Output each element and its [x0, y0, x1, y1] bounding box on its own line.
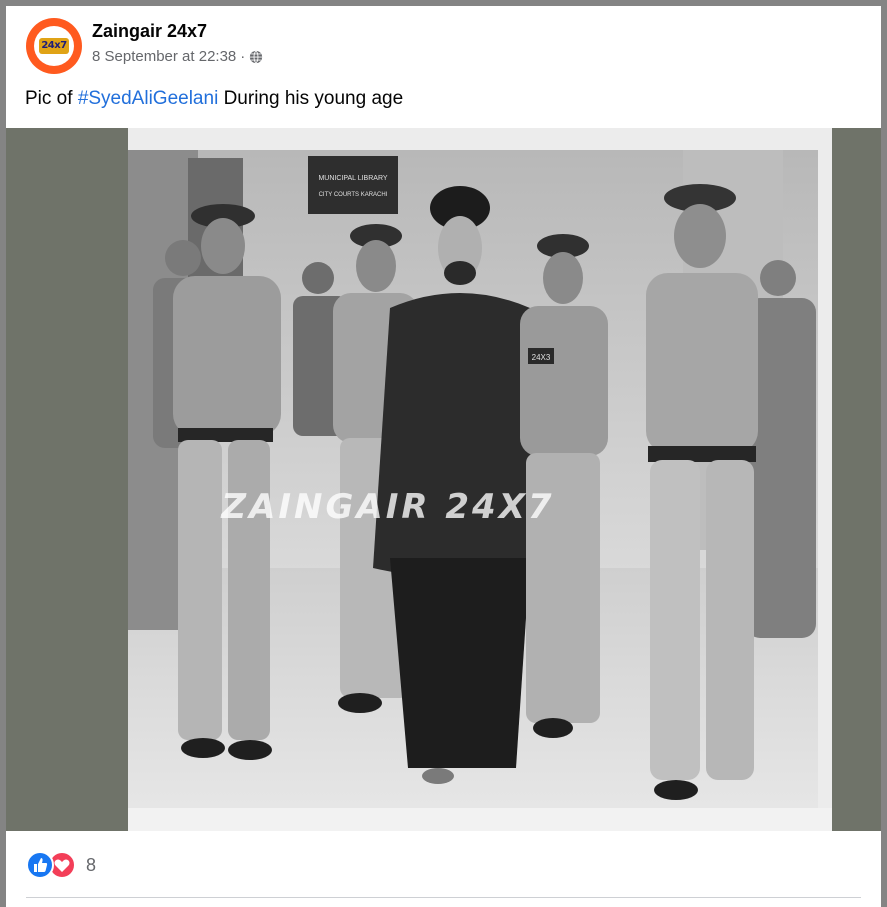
avatar-logo-text: 24x7 [41, 40, 67, 51]
photo-illustration: MUNICIPAL LIBRARY CITY COURTS KARACHI 24… [128, 150, 832, 831]
globe-icon[interactable] [249, 50, 263, 64]
post-photo[interactable]: MUNICIPAL LIBRARY CITY COURTS KARACHI 24… [128, 128, 832, 831]
post-meta: 8 September at 22:38 · [92, 48, 263, 65]
post-card: 24x7 Zaingair 24x7 8 September at 22:38 … [0, 0, 887, 907]
post-caption: Pic of #SyedAliGeelani During his young … [25, 88, 403, 110]
like-icon [26, 851, 54, 879]
page-name[interactable]: Zaingair 24x7 [92, 21, 207, 42]
sign-line-2: CITY COURTS KARACHI [319, 192, 388, 198]
photo-print-border [128, 808, 832, 831]
hashtag-link[interactable]: #SyedAliGeelani [78, 88, 218, 109]
post-media[interactable]: MUNICIPAL LIBRARY CITY COURTS KARACHI 24… [6, 128, 881, 831]
page-avatar[interactable]: 24x7 [26, 18, 82, 74]
caption-prefix: Pic of [25, 88, 78, 109]
photo-watermark: ZAINGAIR 24X7 [220, 487, 554, 527]
badge-text: 24X3 [532, 353, 551, 362]
post-footer: 8 [6, 831, 881, 907]
reactions-summary[interactable]: 8 [26, 851, 96, 879]
footer-divider [26, 897, 861, 898]
library-sign: MUNICIPAL LIBRARY CITY COURTS KARACHI [308, 156, 398, 214]
caption-suffix: During his young age [218, 88, 404, 109]
officer-center-right: 24X3 [520, 234, 608, 738]
post-timestamp[interactable]: 8 September at 22:38 [92, 48, 236, 65]
meta-separator: · [240, 48, 246, 65]
reaction-count[interactable]: 8 [86, 855, 96, 876]
sign-line-1: MUNICIPAL LIBRARY [318, 175, 387, 182]
post-header: 24x7 Zaingair 24x7 8 September at 22:38 … [6, 6, 881, 128]
